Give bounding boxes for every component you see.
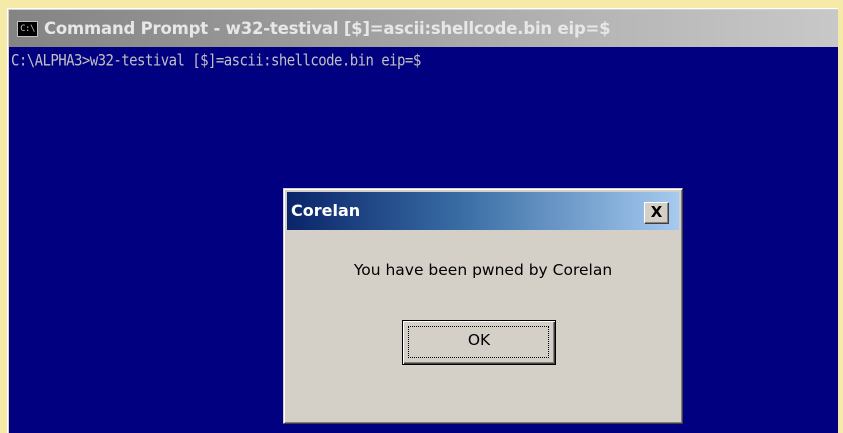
dialog-title: Corelan	[291, 201, 361, 220]
dialog-titlebar[interactable]: Corelan X	[287, 192, 679, 230]
console-line: C:\ALPHA3>w32-testival [$]=ascii:shellco…	[11, 52, 421, 70]
command-prompt-titlebar[interactable]: C:\ Command Prompt - w32-testival [$]=as…	[9, 10, 838, 47]
ok-button-label: OK	[467, 331, 491, 349]
command-prompt-icon[interactable]: C:\	[17, 20, 38, 37]
dialog-message: You have been pwned by Corelan	[353, 261, 613, 279]
close-button[interactable]: X	[644, 202, 669, 224]
close-icon: X	[650, 203, 663, 221]
window-title: Command Prompt - w32-testival [$]=ascii:…	[44, 19, 611, 38]
ok-button[interactable]: OK	[402, 320, 556, 365]
message-dialog: Corelan X You have been pwned by Corelan…	[283, 188, 683, 424]
